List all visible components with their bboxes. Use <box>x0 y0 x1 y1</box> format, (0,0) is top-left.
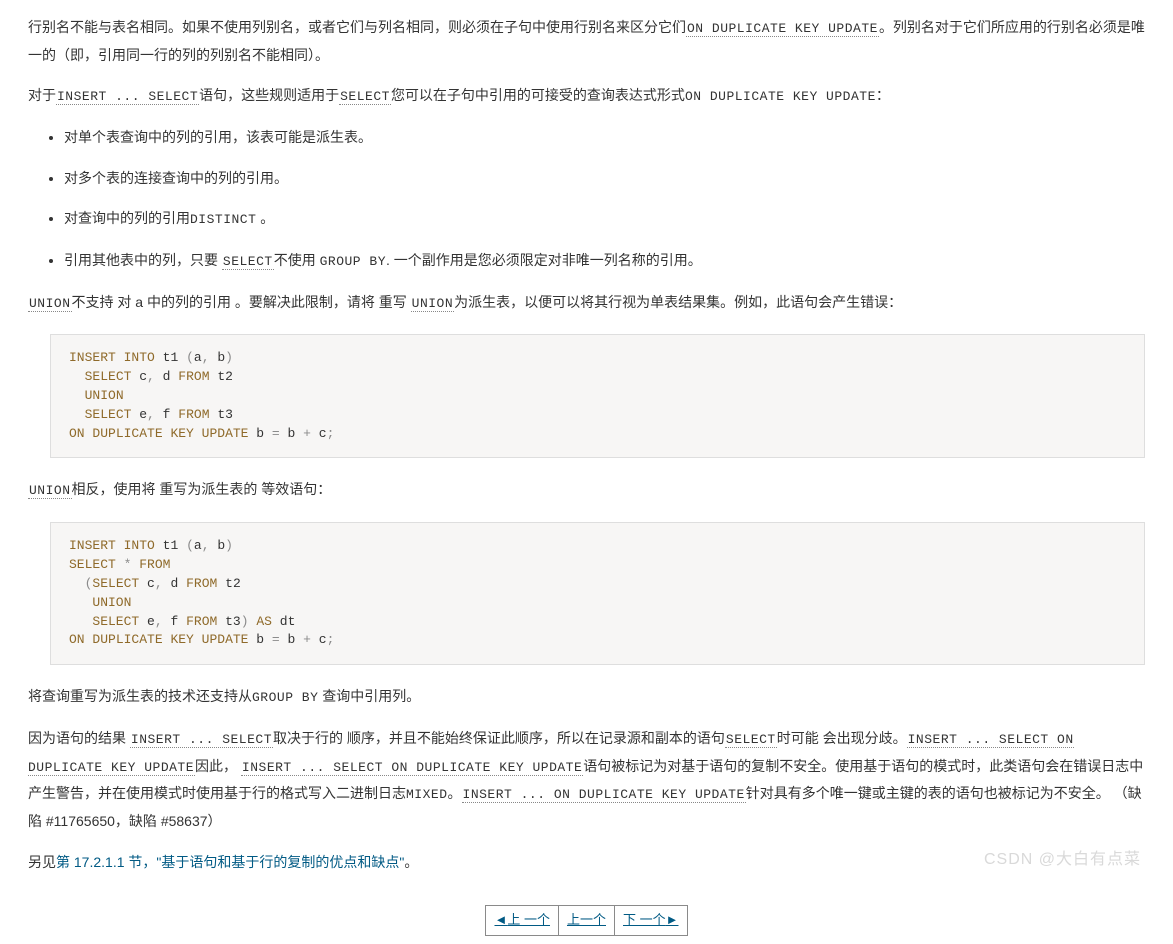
text: 不使用 <box>274 252 320 268</box>
code-select: SELECT <box>339 89 391 105</box>
text: 因为语句的结果 <box>28 730 130 746</box>
text: 因此， <box>195 758 241 774</box>
code-group-by: GROUP BY <box>320 254 386 269</box>
text: 另见 <box>28 854 56 870</box>
rules-list: 对单个表查询中的列的引用，该表可能是派生表。 对多个表的连接查询中的列的引用。 … <box>28 124 1145 275</box>
code-block-rewrite-example: INSERT INTO t1 (a, b) SELECT * FROM (SEL… <box>50 522 1145 665</box>
text: 您可以在子句中引用的可接受的查询表达式形式 <box>391 87 685 103</box>
code-insert-select: INSERT ... SELECT <box>130 732 273 748</box>
text: 行别名不能与表名相同。如果不使用列别名，或者它们与列名相同，则必须在子句中使用行… <box>28 19 686 35</box>
list-item: 对多个表的连接查询中的列的引用。 <box>64 165 1145 192</box>
para-insert-select-rules: 对于INSERT ... SELECT语句，这些规则适用于SELECT您可以在子… <box>28 82 1145 110</box>
code-on-dup: ON DUPLICATE KEY UPDATE <box>686 21 879 37</box>
text: 。 <box>404 854 418 870</box>
text: 时可能 会出现分歧。 <box>777 730 907 746</box>
text: 。 <box>448 785 462 801</box>
para-union-rewrite: UNION相反，使用将 重写为派生表的 等效语句： <box>28 476 1145 504</box>
code-mixed: MIXED <box>406 787 448 802</box>
text: . 一个副作用是您必须限定对非唯一列名称的引用。 <box>386 252 702 268</box>
text: 语句，这些规则适用于 <box>199 87 339 103</box>
list-item: 对查询中的列的引用DISTINCT 。 <box>64 205 1145 233</box>
text: 不支持 对 a 中的列的引用 。要解决此限制，请将 重写 <box>72 294 411 310</box>
code-insert-dup: INSERT ... ON DUPLICATE KEY UPDATE <box>462 787 746 803</box>
pager-up[interactable]: 上一个 <box>558 905 614 936</box>
code-select: SELECT <box>222 254 274 270</box>
code-union: UNION <box>28 296 72 312</box>
para-unsafe-replication: 因为语句的结果 INSERT ... SELECT取决于行的 顺序，并且不能始终… <box>28 725 1145 835</box>
para-group-by: 将查询重写为派生表的技术还支持从GROUP BY 查询中引用列。 <box>28 683 1145 711</box>
list-item: 对单个表查询中的列的引用，该表可能是派生表。 <box>64 124 1145 151</box>
code-block-error-example: INSERT INTO t1 (a, b) SELECT c, d FROM t… <box>50 334 1145 458</box>
code-insert-select: INSERT ... SELECT <box>56 89 199 105</box>
replication-link[interactable]: 第 17.2.1.1 节，"基于语句和基于行的复制的优点和缺点" <box>56 854 404 870</box>
para-row-alias: 行别名不能与表名相同。如果不使用列别名，或者它们与列名相同，则必须在子句中使用行… <box>28 14 1145 68</box>
text: 引用其他表中的列，只要 <box>64 252 222 268</box>
text: 对单个表查询中的列的引用，该表可能是派生表。 <box>64 129 372 145</box>
pager-prev[interactable]: ◄上 一个 <box>485 905 558 936</box>
text: 为派生表，以便可以将其行视为单表结果集。例如，此语句会产生错误： <box>454 294 902 310</box>
text: 相反，使用将 重写为派生表的 等效语句： <box>72 481 332 497</box>
code-on-dup: ON DUPLICATE KEY UPDATE <box>685 89 876 104</box>
text: 查询中引用列。 <box>318 688 420 704</box>
text: ： <box>876 87 890 103</box>
text: 将查询重写为派生表的技术还支持从 <box>28 688 252 704</box>
list-item: 引用其他表中的列，只要 SELECT不使用 GROUP BY. 一个副作用是您必… <box>64 247 1145 275</box>
text: 取决于行的 顺序，并且不能始终保证此顺序，所以在记录源和副本的语句 <box>273 730 725 746</box>
text: 。 <box>256 210 274 226</box>
arrow-right-icon: ► <box>666 912 679 927</box>
para-see-also: 另见第 17.2.1.1 节，"基于语句和基于行的复制的优点和缺点"。 <box>28 849 1145 876</box>
code-union: UNION <box>411 296 455 312</box>
code-distinct: DISTINCT <box>190 212 256 227</box>
pager-next[interactable]: 下 一个► <box>614 905 688 936</box>
code-group-by: GROUP BY <box>252 690 318 705</box>
code-insert-select-dup: INSERT ... SELECT ON DUPLICATE KEY UPDAT… <box>241 760 583 776</box>
code-union: UNION <box>28 483 72 499</box>
arrow-left-icon: ◄ <box>494 912 507 927</box>
text: 对查询中的列的引用 <box>64 210 190 226</box>
pager: ◄上 一个上一个下 一个► <box>28 905 1145 936</box>
code-select: SELECT <box>725 732 777 748</box>
text: 对多个表的连接查询中的列的引用。 <box>64 170 288 186</box>
text: 对于 <box>28 87 56 103</box>
para-union-unsupported: UNION不支持 对 a 中的列的引用 。要解决此限制，请将 重写 UNION为… <box>28 289 1145 317</box>
